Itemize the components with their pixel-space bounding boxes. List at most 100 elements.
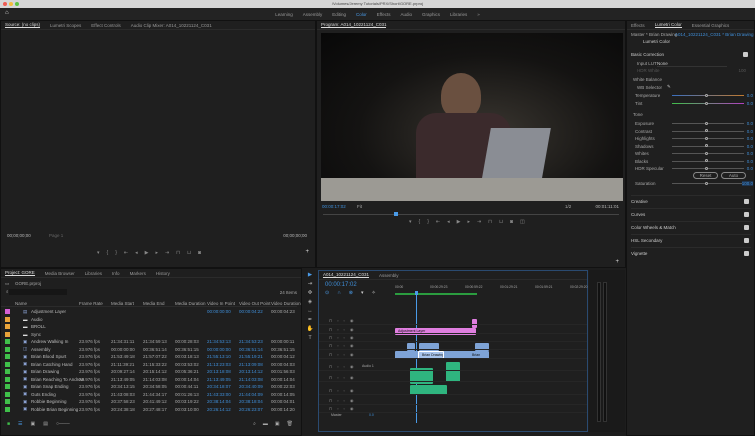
eye-icon[interactable]: ◉ [350,375,354,380]
tab[interactable]: A014_10221124_C031 [323,272,369,278]
tab[interactable]: Lumetri Scopes [50,23,81,28]
label-color-swatch[interactable] [5,391,10,397]
eye-icon[interactable]: ◉ [350,343,354,348]
project-search-input[interactable] [9,289,67,295]
marker-icon[interactable]: ▾ [97,250,100,256]
project-row[interactable]: ▣ Brian Snap Ending 23.976 fps 20:34:13:15 2… [1,383,297,391]
toggle-output-icon[interactable]: ▫ [344,327,345,332]
lumetri-section[interactable]: Curves [631,208,751,220]
mark-out-icon[interactable]: } [115,250,117,256]
label-color-swatch[interactable] [5,376,10,382]
fit-dropdown[interactable]: Fit [357,204,362,209]
sequence-clip-label[interactable]: A014_10221124_C031 * Brian Drawing [675,32,753,37]
go-to-out-icon[interactable]: ⇥ [477,219,481,225]
sync-lock-icon[interactable]: ▫ [337,388,338,393]
eye-icon[interactable]: ◉ [350,388,354,393]
sync-lock-icon[interactable]: ▫ [337,318,338,323]
nest-icon[interactable]: ⊙ [325,290,329,296]
eye-icon[interactable]: ◉ [350,364,354,369]
section-checkbox[interactable] [744,199,749,204]
type-tool-icon[interactable]: T [308,335,311,341]
slider-track[interactable] [672,101,744,105]
saturation-slider[interactable] [672,181,744,185]
zoom-slider[interactable]: ○─── [56,421,70,427]
add-button-icon[interactable]: + [305,249,309,255]
workspace-tab[interactable]: » [477,12,480,17]
project-row[interactable]: ▬ BROLL [1,323,297,331]
tab-program[interactable]: Program: A014_10221124_C031 [321,22,387,28]
slider-knob[interactable] [705,144,708,147]
add-button-icon[interactable]: + [615,259,619,265]
label-color-swatch[interactable] [5,324,10,330]
slider-value[interactable]: 0.0 [747,93,753,98]
linked-selection-icon[interactable]: ⊗ [349,290,353,296]
project-row[interactable]: ▬ Audio [1,316,297,324]
lift-icon[interactable]: ⊓ [488,219,492,225]
lock-icon[interactable]: ⊓ [329,375,332,380]
label-color-swatch[interactable] [5,309,10,315]
razor-tool-icon[interactable]: ◈ [308,299,312,305]
workspace-tab[interactable]: Learning [275,12,293,17]
play-icon[interactable]: ▶ [457,219,461,225]
saturation-value[interactable]: 100.0 [741,181,753,186]
tab[interactable]: Markers [130,271,146,276]
program-timecode[interactable]: 00:00:17:02 [322,204,346,209]
sync-lock-icon[interactable]: ▫ [337,398,338,403]
settings-wrench-icon[interactable]: ✧ [372,290,376,296]
eye-icon[interactable]: ◉ [350,335,354,340]
column-header[interactable]: Media Start [111,301,134,306]
lock-icon[interactable]: ⊓ [329,398,332,403]
eye-icon[interactable]: ◉ [350,352,354,357]
input-lut-dropdown[interactable]: None [657,61,727,67]
slider-track[interactable] [672,166,744,170]
label-color-swatch[interactable] [5,399,10,405]
slider-value[interactable]: 0.0 [747,121,753,126]
column-header[interactable]: Video Out Point [239,301,270,306]
reset-button[interactable]: Reset [693,172,718,179]
label-color-swatch[interactable] [5,346,10,352]
snap-icon[interactable]: ∩ [337,290,341,296]
section-checkbox[interactable] [744,212,749,217]
label-color-swatch[interactable] [5,316,10,322]
tab[interactable]: Info [112,271,120,276]
label-color-swatch[interactable] [5,331,10,337]
white-balance-header[interactable]: White Balance [633,77,662,82]
step-back-icon[interactable]: ◂ [447,219,450,225]
label-color-swatch[interactable] [5,354,10,360]
sync-lock-icon[interactable]: ▫ [337,364,338,369]
tab[interactable]: Audio Clip Mixer: A014_10221124_C031 [131,23,212,28]
toggle-output-icon[interactable]: ▫ [344,406,345,411]
lock-icon[interactable]: ⊓ [329,343,332,348]
lock-icon[interactable]: ⊓ [329,327,332,332]
eye-icon[interactable]: ◉ [350,327,354,332]
toggle-output-icon[interactable]: ▫ [344,398,345,403]
project-row[interactable]: ▣ Brian Drawing 23.976 fps 20:09:27:14 20:15… [1,368,297,376]
lock-icon[interactable]: ⊓ [329,388,332,393]
label-color-swatch[interactable] [5,361,10,367]
mark-in-icon[interactable]: { [107,250,109,256]
tab[interactable]: Media Browser [45,271,75,276]
column-header[interactable]: Media End [143,301,165,306]
lock-icon[interactable]: ⊓ [329,318,332,323]
section-checkbox[interactable] [744,238,749,243]
eye-icon[interactable]: ◉ [350,406,354,411]
export-frame-icon[interactable]: ◙ [198,250,201,256]
workspace-tab[interactable]: Effects [377,12,391,17]
sync-lock-icon[interactable]: ▫ [337,375,338,380]
marker-icon[interactable]: ▾ [409,219,412,225]
column-header[interactable]: Media Duration [175,301,206,306]
track-select-tool-icon[interactable]: ⇥ [308,281,313,287]
home-icon[interactable]: ⌂ [5,10,9,16]
export-frame-icon[interactable]: ◙ [510,219,513,225]
workspace-tab[interactable]: Editing [332,12,346,17]
project-row[interactable]: ▣ Robbie Brian Beginning 23.976 fps 20:24:3… [1,406,297,414]
slider-track[interactable] [672,151,744,155]
slider-knob[interactable] [705,159,708,162]
lumetri-section[interactable]: Color Wheels & Match [631,221,751,233]
tab[interactable]: Lumetri Color [654,22,682,28]
lock-icon[interactable]: ■ [7,421,10,427]
compare-icon[interactable]: ◫ [520,219,525,225]
basic-correction-header[interactable]: Basic Correction [631,52,664,57]
slider-value[interactable]: 0.0 [747,151,753,156]
slider-track[interactable] [672,129,744,132]
